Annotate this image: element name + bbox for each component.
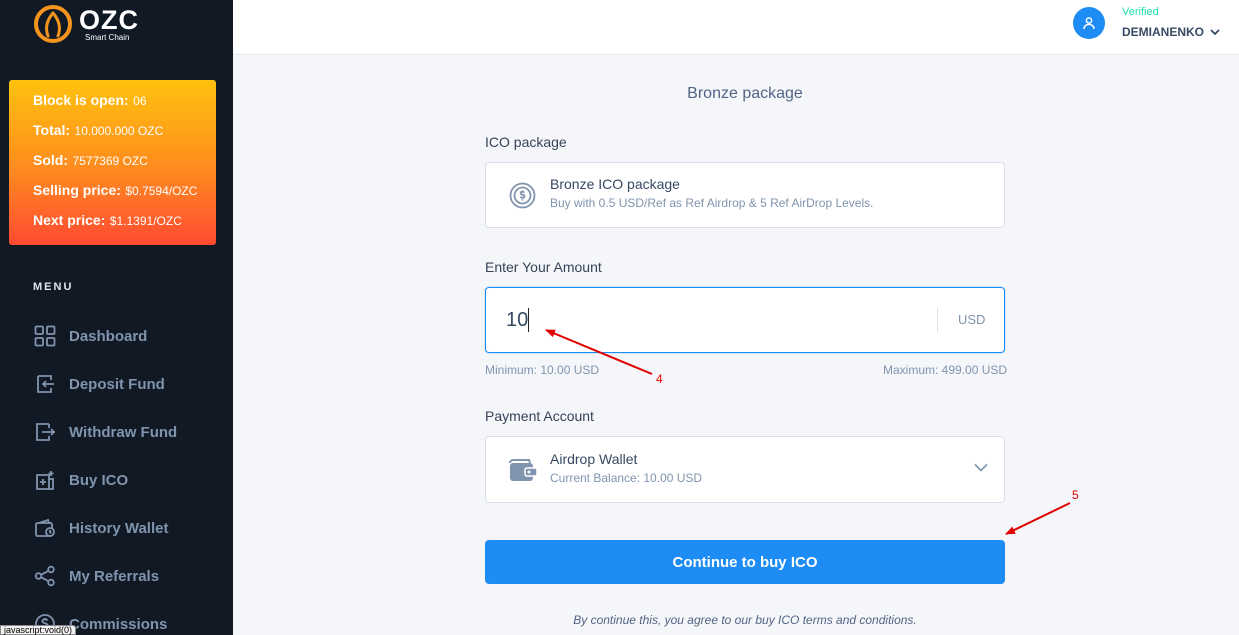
text-caret [528,308,529,332]
block-info-key: Block is open: [33,92,129,108]
continue-buy-ico-button[interactable]: Continue to buy ICO [485,540,1005,584]
dashboard-icon [33,325,56,348]
referrals-icon [33,565,56,588]
ico-package-card[interactable]: Bronze ICO package Buy with 0.5 USD/Ref … [485,162,1005,228]
amount-maximum-hint: Maximum: 499.00 USD [883,363,1008,377]
brand-logo[interactable]: OZC Smart Chain [33,4,139,44]
sidebar-menu: Dashboard Deposit Fund Withdraw Fund Buy… [33,312,177,635]
user-avatar[interactable] [1073,7,1105,39]
sidebar-item-label: My Referrals [69,567,160,585]
wallet-icon [509,459,538,481]
status-bar-url: javascript:void(0) [0,625,77,635]
sidebar-item-label: Dashboard [69,327,148,345]
top-header: Verified DEMIANENKO [233,0,1239,55]
page-title: Bronze package [687,85,803,102]
sidebar-item-dashboard[interactable]: Dashboard [33,312,177,360]
block-info-row: Block is open: 06 [33,91,216,121]
block-info-row: Sold: 7577369 OZC [33,151,216,181]
ico-package-label: ICO package [485,134,567,150]
block-info-value: $1.1391/OZC [109,214,182,228]
user-status: Verified [1122,6,1159,18]
amount-input[interactable] [506,306,906,334]
sidebar-item-my-referrals[interactable]: My Referrals [33,552,177,600]
sidebar-item-label: Commissions [69,615,168,633]
amount-field: USD [485,287,1005,353]
ozc-logo-icon [34,5,72,43]
block-info-key: Total: [33,122,71,138]
sidebar-item-label: Buy ICO [69,471,129,489]
ico-package-description: Buy with 0.5 USD/Ref as Ref Airdrop & 5 … [550,196,874,210]
amount-label: Enter Your Amount [485,259,602,275]
chevron-down-icon [1210,28,1220,35]
block-info-row: Next price: $1.1391/OZC [33,211,216,241]
deposit-icon [33,373,56,396]
block-info-value: 10.000.000 OZC [74,124,164,138]
sidebar-item-history-wallet[interactable]: History Wallet [33,504,177,552]
payment-account-label: Payment Account [485,408,594,424]
payment-account-select[interactable]: Airdrop Wallet Current Balance: 10.00 US… [485,436,1005,503]
ico-package-name: Bronze ICO package [550,176,680,192]
block-info-card: Block is open: 06 Total: 10.000.000 OZC … [9,80,216,245]
block-info-value: $0.7594/OZC [125,184,198,198]
annotation-label-step-5: 5 [1072,488,1079,502]
buy-ico-icon [33,469,56,492]
annotation-label-step-4: 4 [656,372,663,386]
block-info-key: Selling price: [33,182,121,198]
sidebar-item-label: Deposit Fund [69,375,165,393]
amount-unit: USD [958,312,986,327]
sidebar-item-buy-ico[interactable]: Buy ICO [33,456,177,504]
chevron-down-icon [974,463,988,472]
unit-divider [937,308,938,332]
block-info-value: 06 [133,94,147,108]
wallet-history-icon [33,517,56,540]
sidebar-item-deposit-fund[interactable]: Deposit Fund [33,360,177,408]
block-info-value: 7577369 OZC [72,154,148,168]
block-info-row: Total: 10.000.000 OZC [33,121,216,151]
payment-wallet-balance: Current Balance: 10.00 USD [550,471,703,485]
block-info-key: Next price: [33,212,106,228]
user-menu-toggle[interactable]: DEMIANENKO [1122,25,1220,39]
terms-note: By continue this, you agree to our buy I… [573,613,917,627]
withdraw-icon [33,421,56,444]
annotation-arrow-step-5 [1005,502,1071,535]
payment-wallet-name: Airdrop Wallet [550,451,638,467]
sidebar: OZC Smart Chain Block is open: 06 Total:… [0,0,233,635]
user-icon [1083,17,1095,30]
sidebar-item-label: Withdraw Fund [69,423,178,441]
block-info-key: Sold: [33,152,68,168]
amount-minimum-hint: Minimum: 10.00 USD [485,363,600,377]
coin-icon [509,182,536,209]
brand-name: OZC [79,4,139,35]
user-name: DEMIANENKO [1122,25,1205,39]
sidebar-item-withdraw-fund[interactable]: Withdraw Fund [33,408,177,456]
menu-title: MENU [33,281,74,293]
block-info-row: Selling price: $0.7594/OZC [33,181,216,211]
sidebar-item-label: History Wallet [69,519,169,537]
